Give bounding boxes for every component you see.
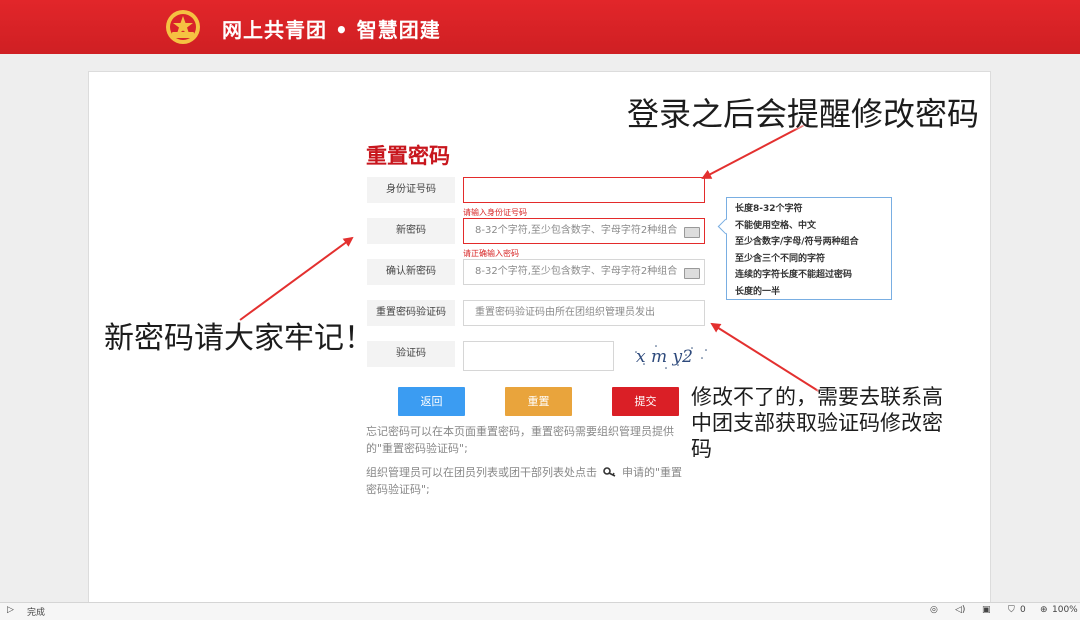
- submit-button[interactable]: 提交: [612, 387, 679, 416]
- annotation-login-reminder: 登录之后会提醒修改密码: [627, 95, 980, 133]
- zoom-level[interactable]: 100%: [1052, 605, 1078, 615]
- annotation-line: 修改不了的，需要去联系高: [691, 385, 943, 409]
- new-password-input[interactable]: 8-32个字符,至少包含数字、字母字符2种组合: [463, 218, 705, 244]
- speaker-icon[interactable]: ◁): [955, 605, 965, 615]
- youth-league-emblem-icon: [166, 10, 200, 44]
- tip-line: 长度8-32个字符: [735, 204, 803, 214]
- captcha-image[interactable]: x m y2: [630, 340, 710, 370]
- confirm-password-label: 确认新密码: [367, 259, 455, 285]
- tip-line: 长度的一半: [735, 286, 781, 297]
- top-header-bar: 网上共青团 • 智慧团建: [0, 0, 1080, 54]
- shield-check-icon[interactable]: ◎: [930, 605, 938, 615]
- note-line: 密码验证码";: [366, 483, 430, 496]
- confirm-password-placeholder: 8-32个字符,至少包含数字、字母字符2种组合: [475, 266, 678, 277]
- id-number-error: 请输入身份证号码: [463, 208, 527, 217]
- new-password-label: 新密码: [367, 218, 455, 244]
- shield-icon[interactable]: ⛉: [1008, 605, 1015, 615]
- captcha-text: x m y2: [636, 347, 693, 367]
- annotation-line: 码: [691, 437, 712, 461]
- new-password-error: 请正确输入密码: [463, 249, 519, 258]
- password-rules-tooltip: 长度8-32个字符 不能使用空格、中文 至少含数字/字母/符号两种组合 至少含三…: [717, 197, 892, 300]
- reset-code-label: 重置密码验证码: [367, 300, 455, 326]
- play-icon[interactable]: ▷: [7, 605, 14, 615]
- annotation-remember-password: 新密码请大家牢记！: [104, 321, 374, 356]
- key-icon: [602, 467, 615, 477]
- back-button[interactable]: 返回: [398, 387, 465, 416]
- tip-line: 不能使用空格、中文: [735, 220, 817, 231]
- page-title: 重置密码: [366, 144, 450, 168]
- note-line: 申请的"重置: [622, 466, 683, 479]
- note-line: 的"重置密码验证码";: [366, 442, 468, 455]
- forgot-password-note: 忘记密码可以在本页面重置密码，重置密码需要组织管理员提供 的"重置密码验证码";: [366, 423, 674, 457]
- admin-note: 组织管理员可以在团员列表或团干部列表处点击 申请的"重置 密码验证码";: [366, 464, 682, 498]
- new-password-placeholder: 8-32个字符,至少包含数字、字母字符2种组合: [475, 225, 678, 236]
- reset-button[interactable]: 重置: [505, 387, 572, 416]
- annotation-line: 中团支部获取验证码修改密: [691, 411, 943, 435]
- badge-count: 0: [1020, 605, 1026, 615]
- lock-icon[interactable]: ▣: [982, 605, 991, 615]
- annotation-contact-admin: 修改不了的，需要去联系高 中团支部获取验证码修改密 码: [691, 384, 943, 462]
- note-line: 组织管理员可以在团员列表或团干部列表处点击: [366, 466, 597, 479]
- reset-code-input[interactable]: 重置密码验证码由所在团组织管理员发出: [463, 300, 705, 326]
- reset-code-placeholder: 重置密码验证码由所在团组织管理员发出: [475, 307, 655, 318]
- id-number-input[interactable]: [463, 177, 705, 203]
- site-title: 网上共青团 • 智慧团建: [222, 18, 441, 42]
- captcha-input[interactable]: [463, 341, 614, 371]
- confirm-password-input[interactable]: 8-32个字符,至少包含数字、字母字符2种组合: [463, 259, 705, 285]
- note-line: 忘记密码可以在本页面重置密码，重置密码需要组织管理员提供: [366, 425, 674, 438]
- keyboard-icon[interactable]: [684, 227, 700, 238]
- tip-line: 至少含三个不同的字符: [735, 253, 826, 264]
- captcha-label: 验证码: [367, 341, 455, 367]
- keyboard-icon[interactable]: [684, 268, 700, 279]
- browser-status-bar: ▷ 完成 ◎ ◁) ▣ ⛉ 0 ⊕ 100%: [0, 602, 1080, 620]
- zoom-icon[interactable]: ⊕: [1040, 605, 1048, 615]
- id-number-label: 身份证号码: [367, 177, 455, 203]
- status-text: 完成: [27, 608, 46, 618]
- tip-line: 连续的字符长度不能超过密码: [735, 270, 853, 280]
- tip-line: 至少含数字/字母/符号两种组合: [735, 237, 859, 247]
